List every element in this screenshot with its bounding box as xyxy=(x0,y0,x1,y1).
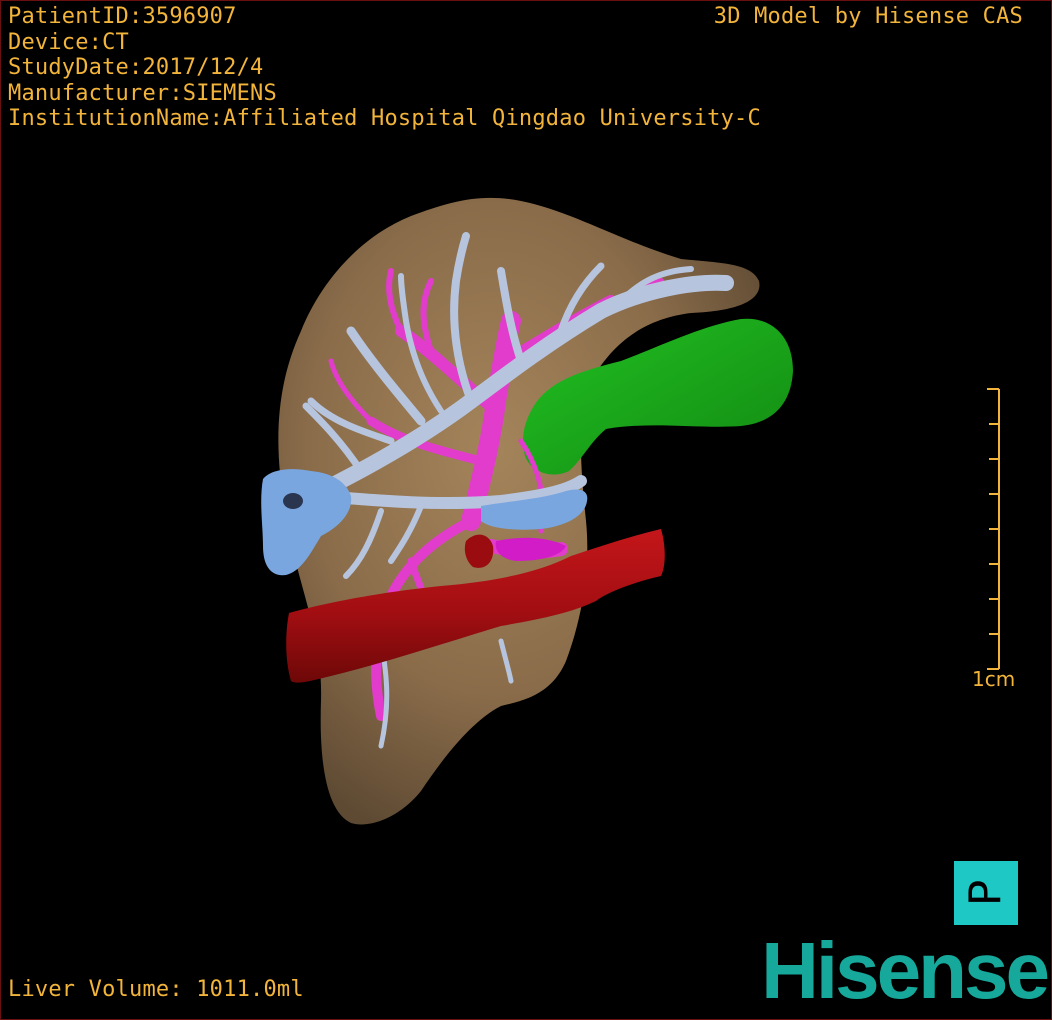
liver-volume-text: Liver Volume: 1011.0ml xyxy=(8,976,304,1002)
liver-3d-model[interactable] xyxy=(1,1,1052,1020)
orientation-label: P xyxy=(959,879,1011,907)
vein-opening xyxy=(283,493,303,509)
model-credit-text: 3D Model by Hisense CAS xyxy=(713,4,1023,29)
device-text: Device:CT xyxy=(8,29,130,55)
patient-info-overlay: PatientID:3596907 Device:CT StudyDate:20… xyxy=(8,4,761,132)
scale-bar-label: 1cm xyxy=(972,667,1016,691)
study-date-text: StudyDate:2017/12/4 xyxy=(8,55,264,80)
institution-text: InstitutionName:Affiliated Hospital Qing… xyxy=(8,106,761,131)
3d-viewport[interactable]: PatientID:3596907 Device:CT StudyDate:20… xyxy=(0,0,1052,1020)
scale-bar xyxy=(987,388,1000,670)
hisense-logo: Hisense xyxy=(761,926,1050,1015)
orientation-marker-button[interactable]: P xyxy=(954,861,1018,925)
manufacturer-text: Manufacturer:SIEMENS xyxy=(8,80,277,106)
patient-id-text: PatientID:3596907 xyxy=(8,4,237,29)
